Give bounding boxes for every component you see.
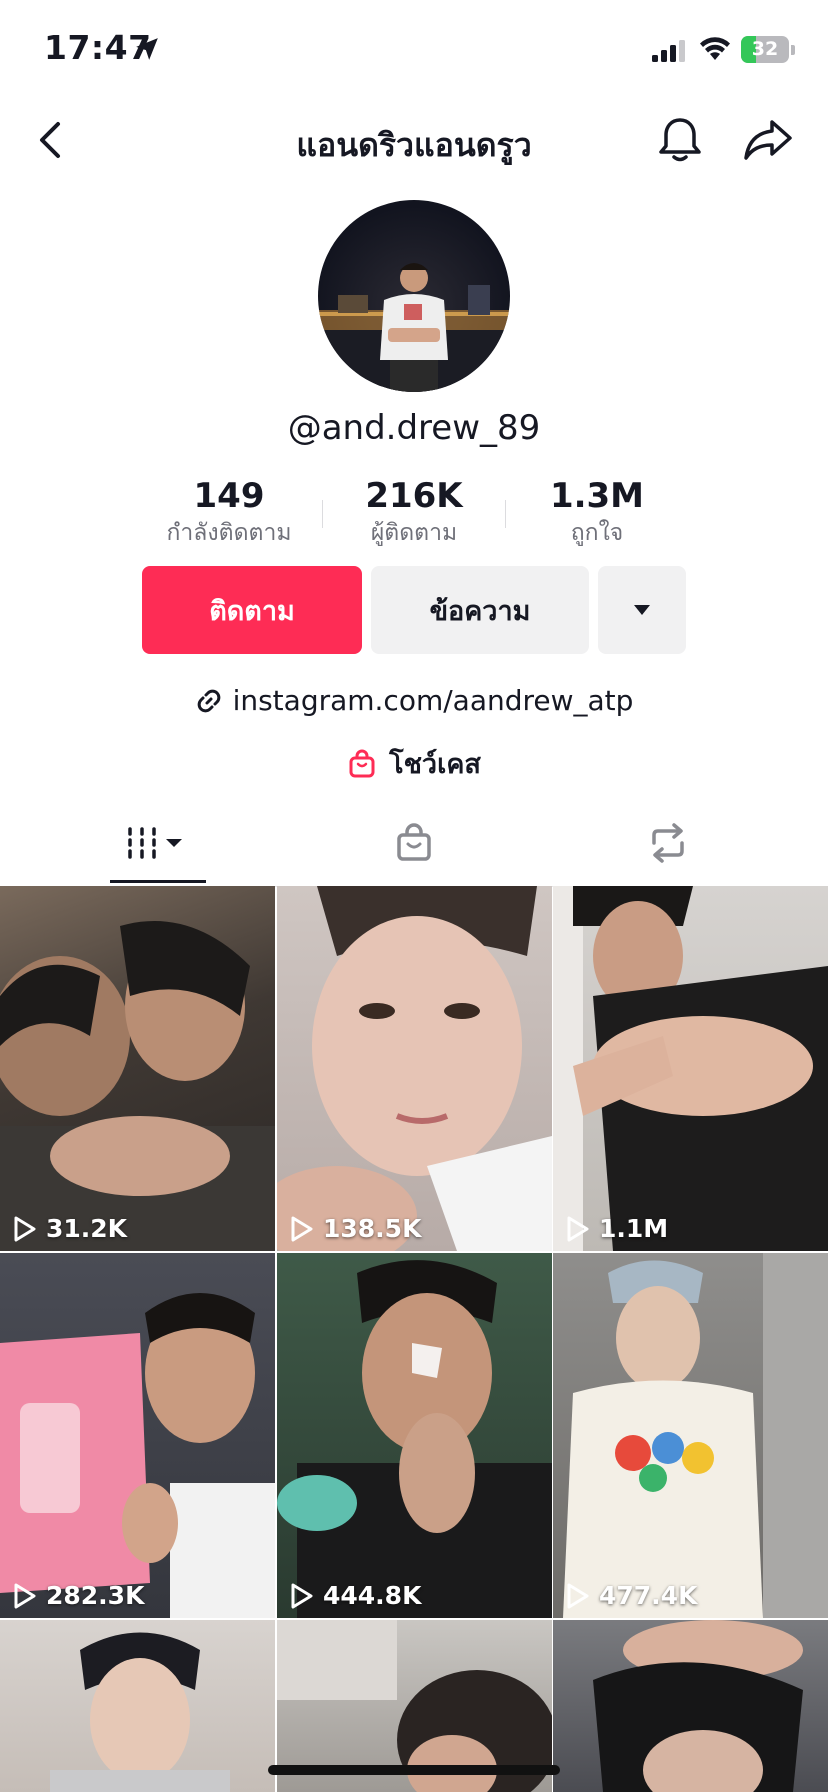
view-count: 282.3K [12,1581,144,1610]
bio-link-text: instagram.com/aandrew_atp [232,684,634,717]
tab-videos[interactable] [20,800,296,886]
avatar-photo [318,263,510,392]
share-icon[interactable] [742,116,794,164]
link-icon [197,689,220,712]
stat-label: ผู้ติดตาม [370,520,458,546]
message-button[interactable]: ข้อความ [371,566,589,654]
profile-username: @and.drew_89 [287,408,541,448]
play-icon [291,1216,313,1241]
battery-cap [791,45,795,55]
avatar[interactable] [318,200,510,392]
status-bar: 17:47 32 [0,0,828,100]
tab-selected-indicator [110,880,206,883]
video-thumbnail[interactable] [553,1620,828,1792]
home-indicator[interactable] [268,1765,560,1775]
profile-header: แอนดริวแอนดรูว [0,100,828,180]
tab-reposts[interactable] [530,800,806,886]
suggested-accounts-button[interactable] [598,566,686,654]
content-tabs [0,800,828,887]
battery-percentage: 32 [751,38,779,60]
tab-shop[interactable] [276,800,552,886]
view-count: 1.1M [565,1214,668,1243]
view-count-text: 1.1M [599,1214,669,1243]
play-icon [14,1216,36,1241]
stat-label: กำลังติดตาม [166,520,292,546]
view-count-text: 282.3K [46,1581,145,1610]
video-thumbnail[interactable]: 444.8K [277,1253,552,1618]
play-icon [567,1216,589,1241]
grid-icon [128,827,182,859]
thumbnail-image [277,886,552,1251]
video-thumbnail[interactable] [0,1620,275,1792]
showcase-link[interactable]: โชว์เคส [0,742,828,785]
stat-value: 216K [365,476,463,516]
profile-stats: 149 กำลังติดตาม 216K ผู้ติดตาม 1.3M ถูกใ… [0,474,828,554]
thumbnail-image [0,1293,275,1618]
shopping-bag-icon [397,823,431,861]
view-count-text: 477.4K [599,1581,698,1610]
video-thumbnail[interactable]: 1.1M [553,886,828,1251]
thumbnail-image [593,1620,803,1792]
stat-value: 149 [193,476,265,516]
view-count: 138.5K [289,1214,421,1243]
view-count-text: 444.8K [323,1581,422,1610]
view-count-text: 31.2K [46,1214,128,1243]
thumbnail-image [50,1632,230,1792]
thumbnail-image [553,886,828,1251]
wifi-icon [700,37,730,60]
play-icon [567,1583,589,1608]
shopping-bag-icon [349,749,375,777]
bio-link[interactable]: instagram.com/aandrew_atp [0,684,828,717]
stat-following[interactable]: 149 กำลังติดตาม [134,474,324,548]
thumbnail-image [563,1253,828,1618]
thumbnail-image [277,1260,552,1618]
repost-icon [652,823,684,863]
view-count: 31.2K [12,1214,127,1243]
stat-value: 1.3M [549,476,645,516]
view-count: 477.4K [565,1581,697,1610]
view-count: 444.8K [289,1581,421,1610]
video-thumbnail[interactable]: 31.2K [0,886,275,1251]
follow-button[interactable]: ติดตาม [142,566,362,654]
stat-followers[interactable]: 216K ผู้ติดตาม [319,474,509,548]
play-icon [14,1583,36,1608]
location-arrow-icon [136,38,158,60]
caret-down-icon [634,605,650,615]
thumbnail-image [0,921,275,1251]
stat-likes[interactable]: 1.3M ถูกใจ [502,474,692,548]
cellular-signal-icon [652,40,685,62]
notification-bell-icon[interactable] [654,114,706,166]
stat-label: ถูกใจ [570,520,624,546]
battery-indicator: 32 [741,36,789,63]
video-thumbnail[interactable]: 138.5K [277,886,552,1251]
video-thumbnail[interactable]: 477.4K [553,1253,828,1618]
play-icon [291,1583,313,1608]
view-count-text: 138.5K [323,1214,422,1243]
video-thumbnail[interactable]: 282.3K [0,1253,275,1618]
showcase-label: โชว์เคส [389,749,481,780]
